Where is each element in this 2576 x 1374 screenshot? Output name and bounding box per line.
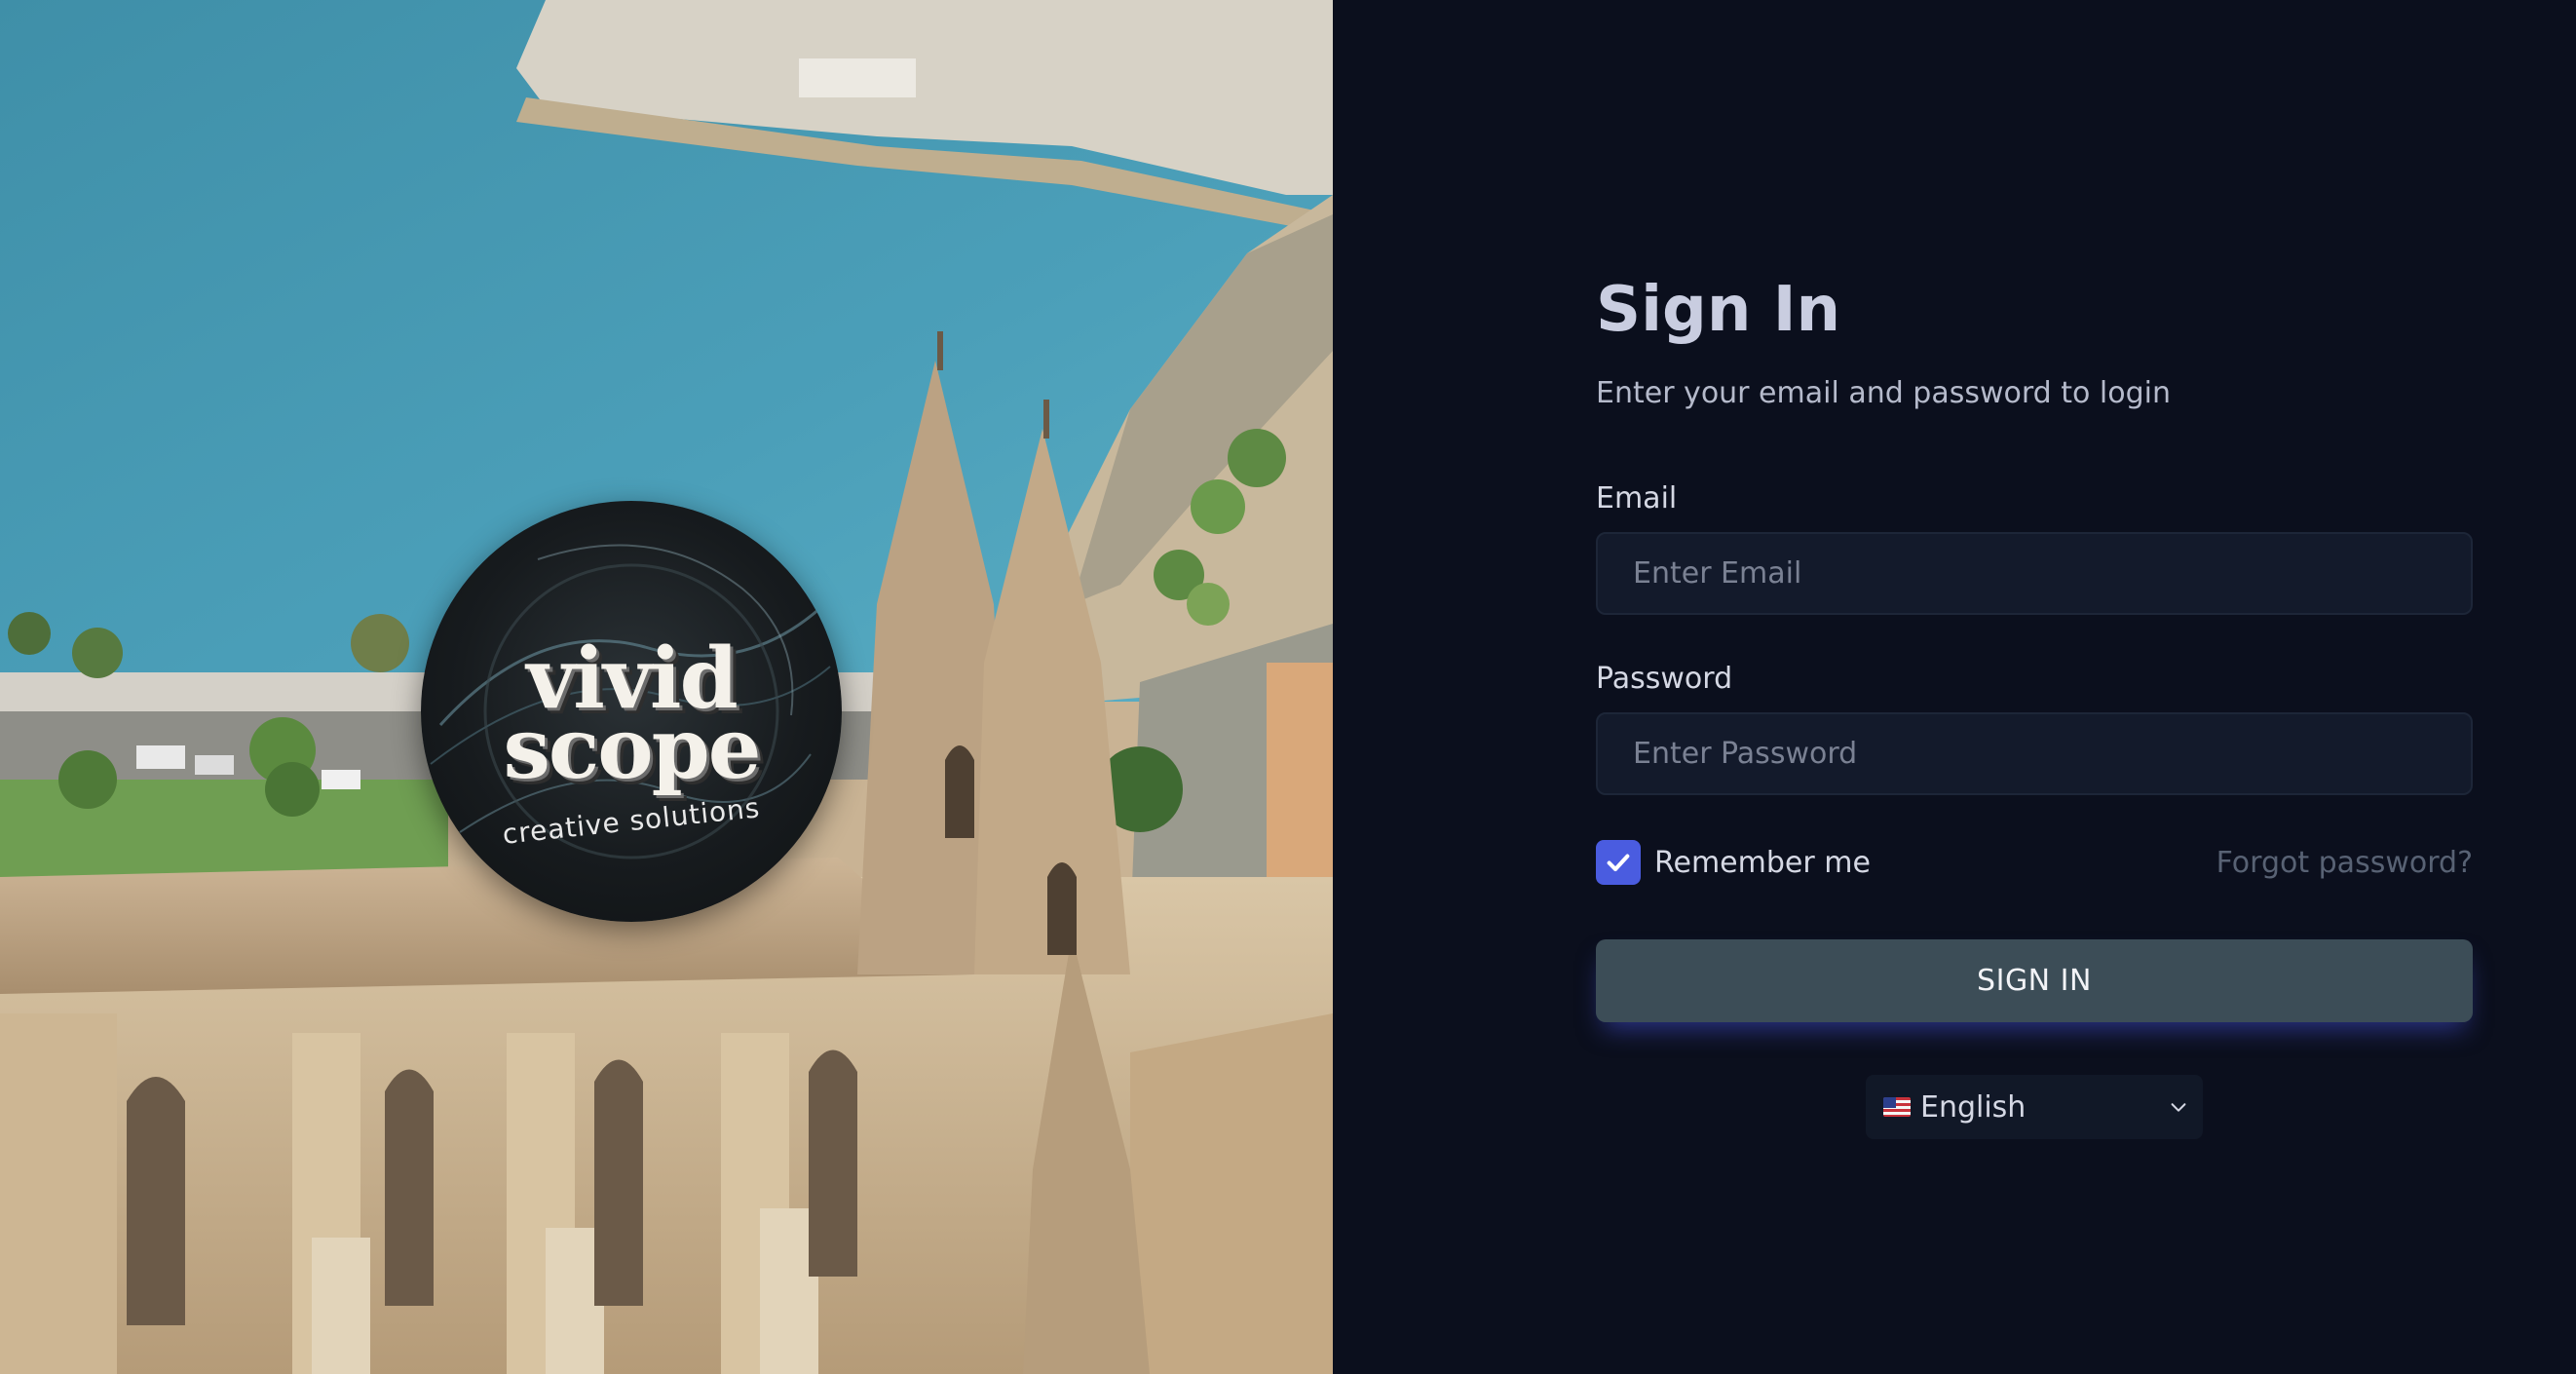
- page-title: Sign In: [1596, 274, 1841, 346]
- email-label: Email: [1596, 481, 1678, 515]
- remember-me-toggle[interactable]: Remember me: [1596, 840, 1871, 885]
- sign-in-button[interactable]: SIGN IN: [1596, 939, 2473, 1022]
- sign-in-panel: Sign In Enter your email and password to…: [1333, 0, 2576, 1374]
- form-options-row: Remember me Forgot password?: [1596, 840, 2473, 885]
- forgot-password-link[interactable]: Forgot password?: [2216, 846, 2473, 880]
- language-select[interactable]: English: [1866, 1075, 2203, 1139]
- logo-word-scope: scope: [503, 700, 762, 798]
- checkmark-icon: [1607, 854, 1630, 872]
- sign-in-form: Sign In Enter your email and password to…: [1596, 263, 2473, 1139]
- hero-photo-panel: vivid scope creative solutions: [0, 0, 1333, 1374]
- us-flag-icon: [1883, 1097, 1911, 1117]
- remember-me-checkbox[interactable]: [1596, 840, 1641, 885]
- page-subtitle: Enter your email and password to login: [1596, 376, 2171, 410]
- password-field[interactable]: [1596, 712, 2473, 795]
- chevron-down-icon: [2171, 1103, 2186, 1112]
- email-field[interactable]: [1596, 532, 2473, 615]
- language-selected-label: English: [1920, 1089, 2027, 1125]
- remember-me-label: Remember me: [1654, 845, 1871, 880]
- vividscope-logo-badge: vivid scope creative solutions: [421, 501, 842, 922]
- login-page: vivid scope creative solutions Sign In E…: [0, 0, 2576, 1374]
- language-selector-wrap: English: [1596, 1075, 2473, 1139]
- password-label: Password: [1596, 662, 1733, 696]
